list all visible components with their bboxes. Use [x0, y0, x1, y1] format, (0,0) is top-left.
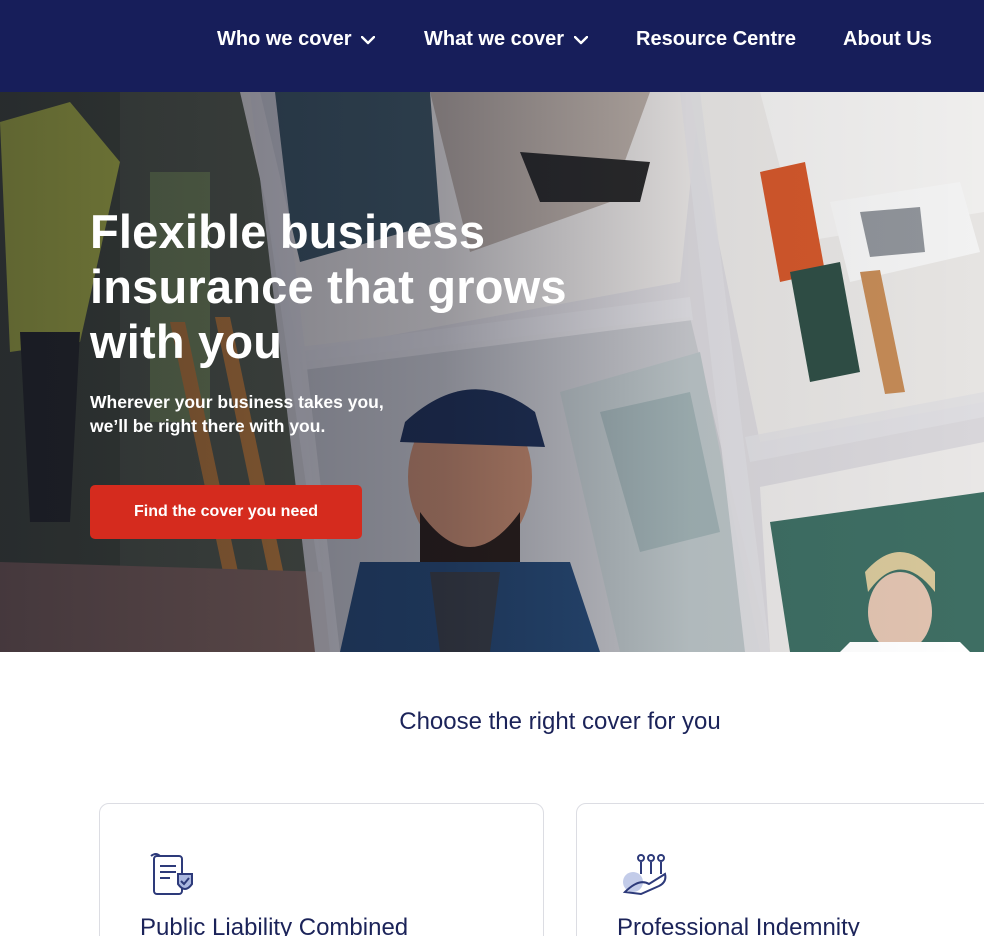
nav-who-we-cover-label: Who we cover: [217, 28, 352, 50]
hero-overlay: [0, 92, 984, 652]
nav-resource-centre-label: Resource Centre: [636, 28, 797, 50]
nav-about-us[interactable]: About Us: [843, 28, 932, 51]
nav-who-we-cover[interactable]: Who we cover: [217, 28, 376, 51]
hand-people-icon: [619, 852, 673, 902]
hero-subtitle: Wherever your business takes you, we’ll …: [90, 390, 450, 438]
cover-card-title: Professional Indemnity: [617, 914, 860, 936]
cover-card-title: Public Liability Combined: [140, 914, 409, 936]
top-navigation: Who we cover What we cover Resource Cent…: [0, 0, 984, 92]
find-cover-button[interactable]: Find the cover you need: [90, 485, 362, 539]
chevron-down-icon: [573, 28, 589, 51]
hero-title: Flexible business insurance that grows w…: [90, 204, 650, 369]
hero-subtitle-line: Wherever your business takes you,: [90, 392, 384, 412]
hero-banner: Flexible business insurance that grows w…: [0, 92, 984, 652]
cover-card-public-liability[interactable]: Public Liability Combined: [99, 803, 544, 936]
hero-title-line: with you: [90, 315, 283, 368]
nav-resource-centre[interactable]: Resource Centre: [636, 28, 796, 51]
cover-section-title: Choose the right cover for you: [399, 708, 721, 735]
hero-title-line: Flexible business: [90, 205, 486, 258]
hero-title-line: insurance that grows: [90, 260, 567, 313]
nav-what-we-cover[interactable]: What we cover: [424, 28, 589, 51]
cover-card-professional-indemnity[interactable]: Professional Indemnity: [576, 803, 984, 936]
nav-what-we-cover-label: What we cover: [424, 28, 565, 50]
nav-about-us-label: About Us: [843, 28, 932, 50]
document-shield-icon: [148, 852, 202, 902]
hero-subtitle-line: we’ll be right there with you.: [90, 416, 326, 436]
chevron-down-icon: [361, 28, 376, 51]
